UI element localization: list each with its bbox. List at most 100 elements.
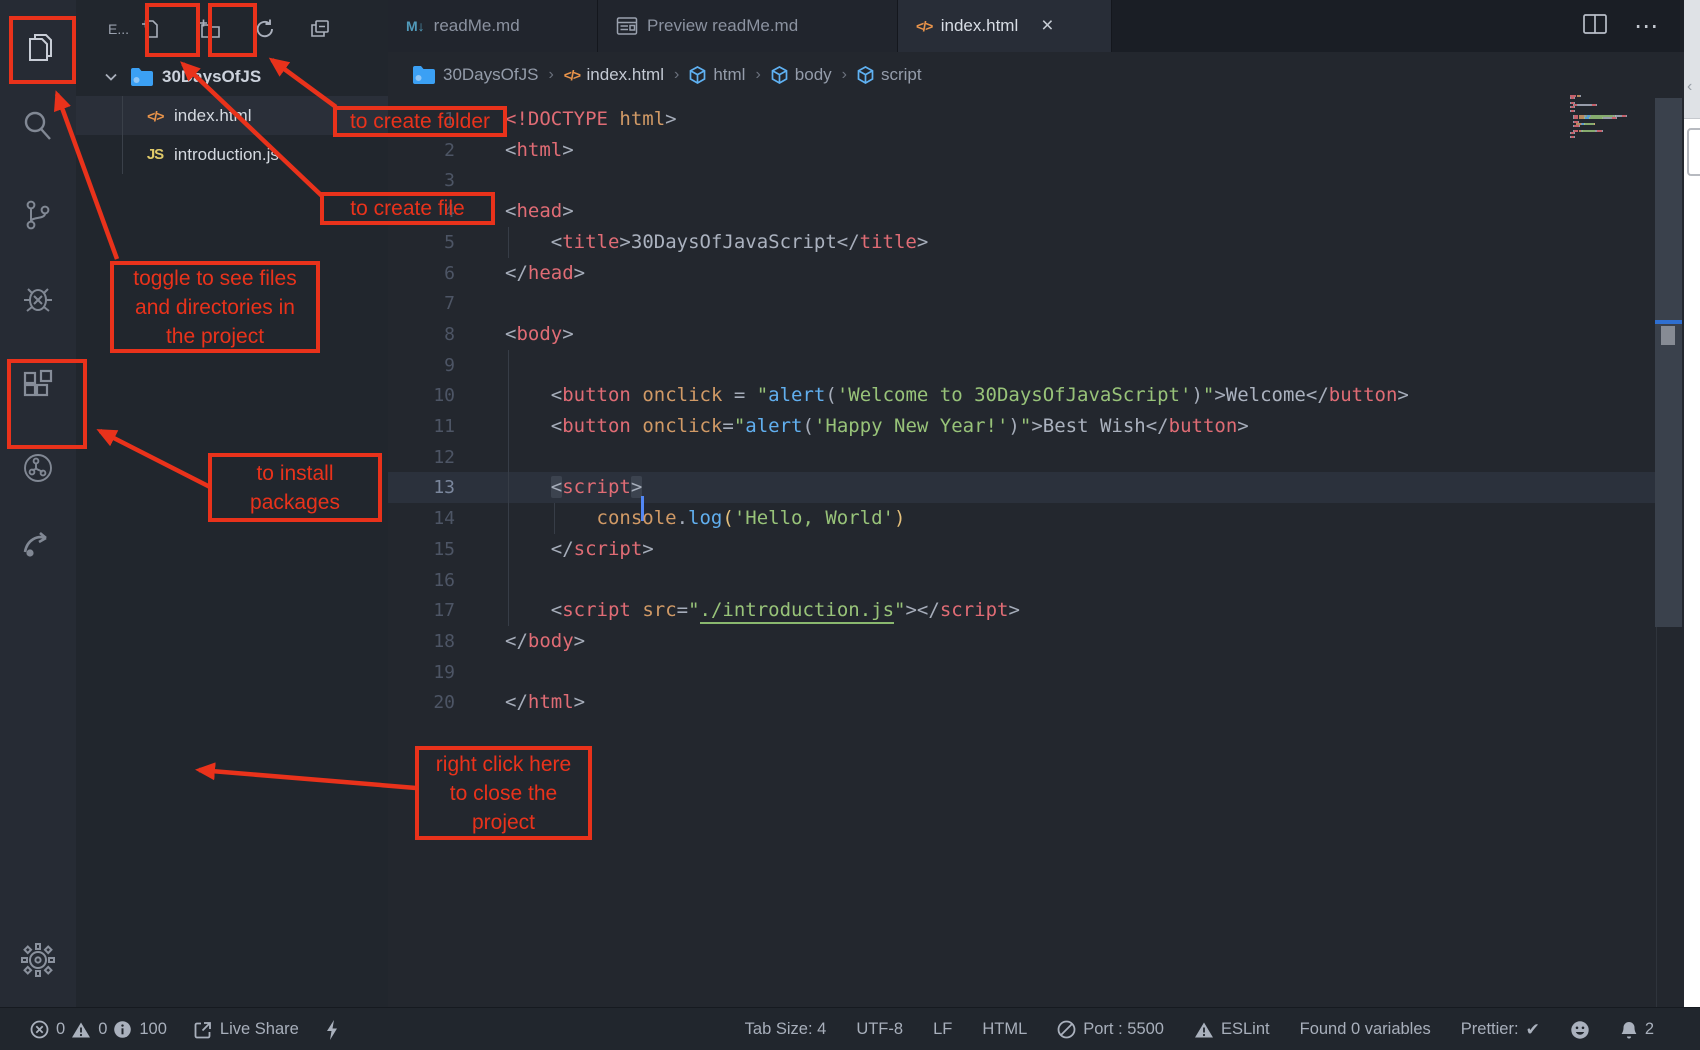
code-line-5[interactable]: 5 <title>30DaysOfJavaScript</title> [388,227,1682,258]
line-number: 12 [388,442,455,473]
check-icon: ✔ [1526,1020,1540,1040]
minimap-line [1570,97,1574,99]
code-line-10[interactable]: 10 <button onclick = "alert('Welcome to … [388,380,1682,411]
indent-guide [508,565,509,596]
line-text: <head> [505,196,574,227]
background-window-card [1687,128,1700,176]
annotation-explorer-box [9,16,76,84]
annotation-extensions-box [7,359,87,449]
minimap-line [1570,132,1575,134]
code-line-2[interactable]: 2 <html> [388,135,1682,166]
file-name: index.html [174,106,251,126]
tree-item-project-root[interactable]: 30DaysOfJS [76,57,388,96]
activity-item-search[interactable] [0,93,76,163]
status-problems[interactable]: 0 0 100 [30,1020,167,1039]
background-window-sliver: ‹ [1684,0,1700,1050]
activity-item-live-share[interactable] [0,510,76,580]
code-line-16[interactable]: 16 [388,565,1682,596]
code-line-15[interactable]: 15 </script> [388,534,1682,565]
warning-icon [71,1021,91,1039]
status-errors[interactable]: 0 [30,1020,65,1039]
status-variables[interactable]: Found 0 variables [1300,1020,1431,1039]
code-line-4[interactable]: 4<head> [388,196,1682,227]
line-number: 2 [388,135,455,166]
annotation-label-install-packages: to installpackages [208,453,382,522]
minimap[interactable] [1570,95,1660,143]
background-window-header [1684,0,1700,119]
status-tab-size[interactable]: Tab Size: 4 [745,1020,827,1039]
minimap-line [1570,117,1617,119]
annotation-label-toggle-files: toggle to see filesand directories inthe… [110,261,320,353]
line-number: 18 [388,626,455,657]
line-number: 11 [388,411,455,442]
indent-guide [508,350,509,381]
code-line-12[interactable]: 12 [388,442,1682,473]
line-text: <button onclick="alert('Happy New Year!'… [505,411,1249,442]
collapse-all-button[interactable] [298,9,342,53]
code-line-13[interactable]: 13 <script> [388,472,1682,503]
status-port[interactable]: Port : 5500 [1057,1020,1164,1039]
editor-right-border [1656,627,1657,1007]
code-line-9[interactable]: 9 [388,350,1682,381]
status-label: 0 [56,1020,65,1039]
status-encoding[interactable]: UTF-8 [856,1020,903,1039]
line-text: </script> [505,534,654,565]
code-line-1[interactable]: 1<!DOCTYPE html> [388,104,1682,135]
status-infos[interactable]: 100 [113,1020,167,1039]
minimap-line [1570,110,1574,112]
line-number: 14 [388,503,455,534]
line-number: 19 [388,657,455,688]
annotation-label-close-project: right click hereto close theproject [415,746,592,840]
code-line-7[interactable]: 7 [388,288,1682,319]
status-bolt[interactable] [325,1019,339,1041]
status-label: 2 [1645,1020,1654,1039]
line-number: 9 [388,350,455,381]
error-icon [30,1020,49,1039]
status-prettier[interactable]: Prettier:✔ [1461,1020,1540,1040]
bell-icon [1620,1020,1638,1040]
project-name: 30DaysOfJS [162,67,261,87]
annotation-new-file-box [145,3,200,57]
line-text: <!DOCTYPE html> [505,104,677,135]
code-line-3[interactable]: 3 [388,165,1682,196]
status-notifications[interactable]: 2 [1620,1020,1654,1040]
line-number: 13 [388,472,455,503]
status-feedback[interactable] [1570,1020,1590,1040]
line-number: 6 [388,258,455,289]
status-eol[interactable]: LF [933,1020,952,1039]
line-text: <title>30DaysOfJavaScript</title> [505,227,928,258]
port-icon [1057,1020,1076,1039]
status-label: LF [933,1020,952,1039]
scrollbar-cursor-marker [1655,320,1682,324]
status-live-share[interactable]: Live Share [193,1020,299,1040]
status-eslint[interactable]: ESLint [1194,1020,1270,1039]
status-label: 0 [98,1020,107,1039]
line-text: <button onclick = "alert('Welcome to 30D… [505,380,1409,411]
line-text: <body> [505,319,574,350]
scrollbar-track[interactable] [1655,98,1682,627]
sync-icon [20,450,56,491]
liveshare-icon [193,1020,213,1040]
js-file-icon: JS [142,146,168,163]
code-line-6[interactable]: 6</head> [388,258,1682,289]
status-warnings[interactable]: 0 [71,1020,107,1039]
line-text: <html> [505,135,574,166]
code-line-17[interactable]: 17 <script src="./introduction.js"></scr… [388,595,1682,626]
activity-item-run-debug[interactable] [0,265,76,335]
minimap-line [1570,125,1579,127]
code-line-14[interactable]: 14 console.log('Hello, World') [388,503,1682,534]
code-line-11[interactable]: 11 <button onclick="alert('Happy New Yea… [388,411,1682,442]
activity-item-source-control[interactable] [0,182,76,252]
code-line-19[interactable]: 19 [388,657,1682,688]
scrollbar-thumb[interactable] [1661,326,1675,345]
status-label: Found 0 variables [1300,1020,1431,1039]
line-number: 16 [388,565,455,596]
code-line-8[interactable]: 8<body> [388,319,1682,350]
code-line-20[interactable]: 20</html> [388,687,1682,718]
status-language-mode[interactable]: HTML [982,1020,1027,1039]
code-editor[interactable]: 1<!DOCTYPE html>2 <html>34<head>5 <title>… [388,0,1682,1007]
activity-item-settings[interactable] [0,927,76,997]
code-line-18[interactable]: 18</body> [388,626,1682,657]
debug-icon [20,280,56,321]
line-number: 10 [388,380,455,411]
